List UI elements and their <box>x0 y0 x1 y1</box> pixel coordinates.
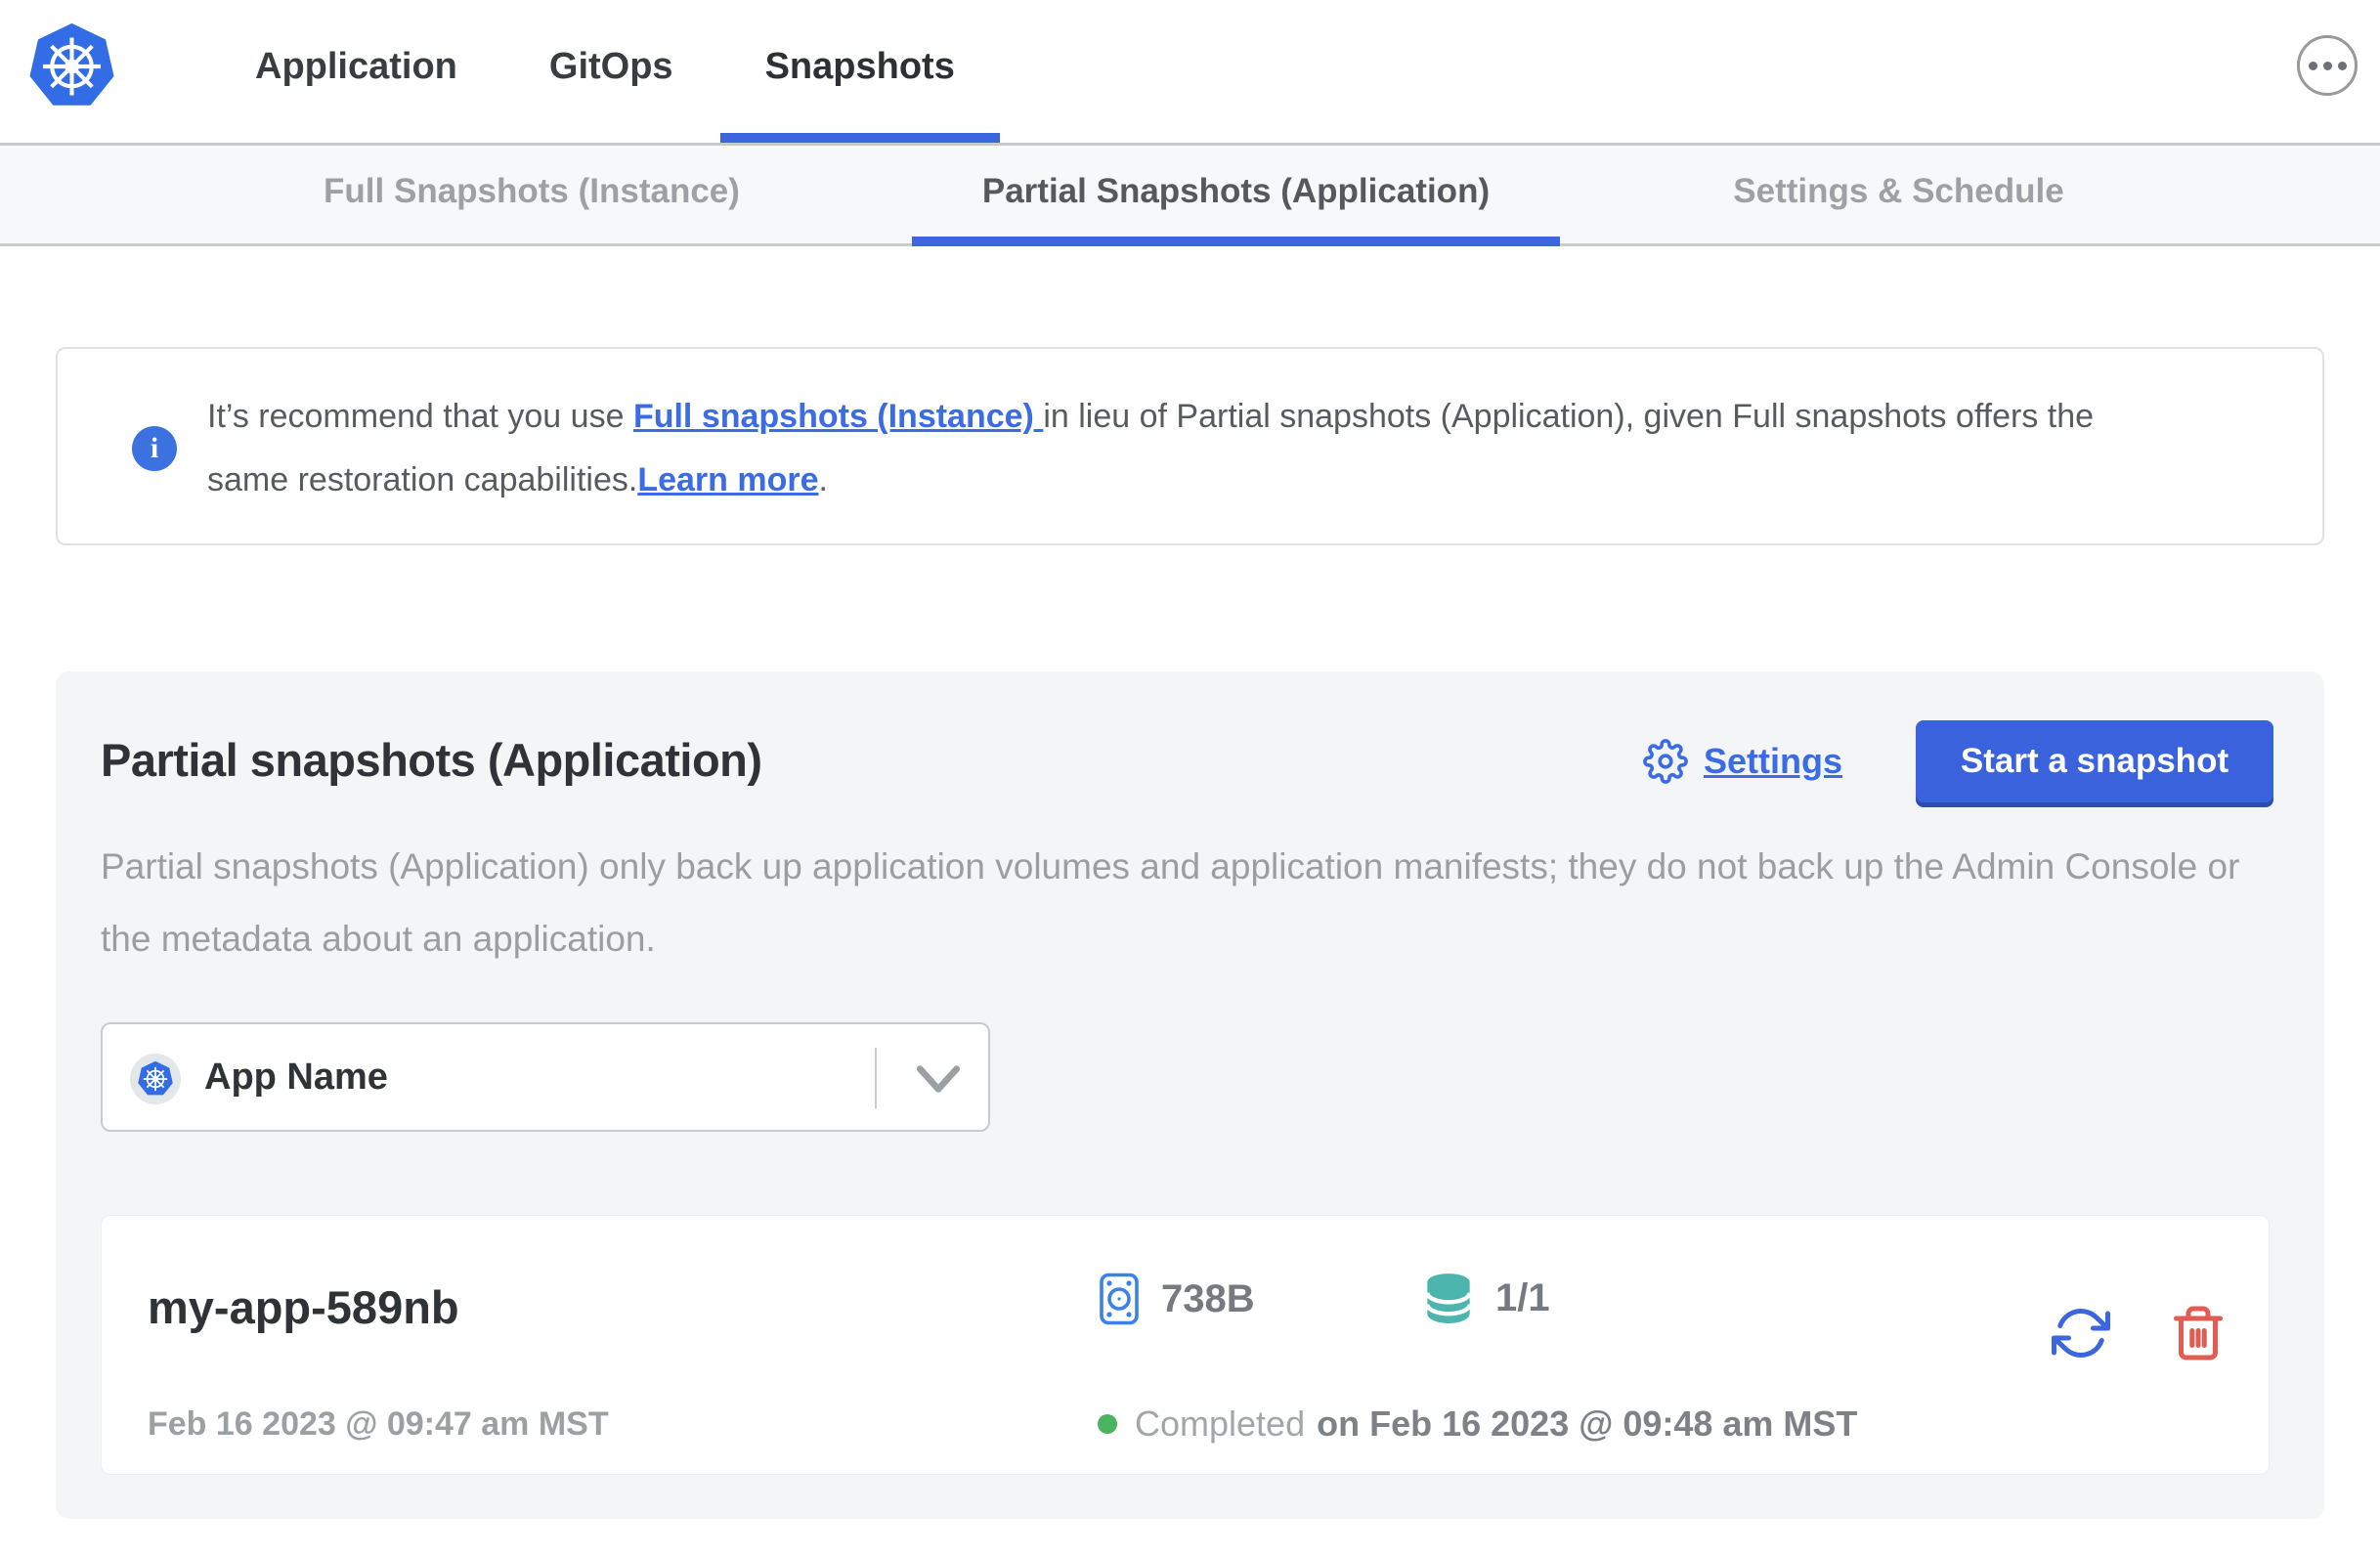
snapshot-volumes-metric: 1/1 <box>1423 1273 1550 1323</box>
ellipsis-menu-icon[interactable] <box>2297 35 2358 96</box>
banner-text: It’s recommend that you use Full snapsho… <box>207 385 2289 512</box>
snapshots-subnav: Full Snapshots (Instance) Partial Snapsh… <box>0 146 2380 246</box>
partial-snapshots-panel: Partial snapshots (Application) Settings… <box>56 671 2324 1519</box>
settings-label: Settings <box>1704 741 1843 781</box>
main-nav: Application GitOps Snapshots <box>210 0 1002 143</box>
full-snapshots-link[interactable]: Full snapshots (Instance) <box>633 398 1043 435</box>
nav-tab-application[interactable]: Application <box>210 0 502 143</box>
restore-icon <box>2052 1309 2110 1358</box>
restore-snapshot-button[interactable] <box>2052 1304 2110 1362</box>
snapshot-size: 738B <box>1161 1276 1255 1320</box>
banner-text-part1: It’s recommend that you use <box>207 398 633 435</box>
dot <box>2308 61 2317 70</box>
snapshot-volume-count: 1/1 <box>1495 1275 1550 1319</box>
gear-icon <box>1643 739 1688 784</box>
chevron-down-icon <box>916 1065 961 1093</box>
select-divider <box>875 1048 877 1108</box>
snapshot-row[interactable]: my-app-589nb Feb 16 2023 @ 09:47 am MST … <box>101 1215 2270 1475</box>
nav-tab-gitops[interactable]: GitOps <box>504 0 718 143</box>
hard-drive-icon <box>1100 1273 1139 1325</box>
app-name-select[interactable]: App Name <box>101 1022 990 1132</box>
delete-snapshot-button[interactable] <box>2169 1304 2228 1362</box>
kubernetes-icon <box>130 1054 181 1104</box>
start-snapshot-button[interactable]: Start a snapshot <box>1916 720 2273 802</box>
snapshot-size-metric: 738B <box>1099 1273 1255 1325</box>
snapshot-completed-time: on Feb 16 2023 @ 09:48 am MST <box>1317 1403 1858 1444</box>
trash-icon <box>2174 1306 2223 1360</box>
banner-text-suffix: . <box>818 461 828 498</box>
kubernetes-logo-icon <box>24 22 119 111</box>
info-banner: i It’s recommend that you use Full snaps… <box>56 347 2324 545</box>
snapshot-status-line: Completed on Feb 16 2023 @ 09:48 am MST <box>1098 1403 1857 1445</box>
subtab-full-snapshots[interactable]: Full Snapshots (Instance) <box>290 146 773 246</box>
panel-title: Partial snapshots (Application) <box>101 734 762 786</box>
banner-text-part3: same restoration capabilities. <box>207 461 638 498</box>
learn-more-link[interactable]: Learn more <box>637 461 818 498</box>
info-icon: i <box>132 426 177 471</box>
database-icon <box>1425 1273 1472 1323</box>
nav-tab-snapshots[interactable]: Snapshots <box>719 0 1000 143</box>
app-select-value: App Name <box>204 1057 388 1098</box>
snapshot-start-date: Feb 16 2023 @ 09:47 am MST <box>148 1405 609 1443</box>
status-dot-icon <box>1098 1414 1117 1434</box>
banner-text-part2: in lieu of Partial snapshots (Applicatio… <box>1043 398 2095 435</box>
snapshot-name: my-app-589nb <box>148 1281 459 1333</box>
snapshot-status: Completed <box>1135 1403 1306 1444</box>
subtab-settings-schedule[interactable]: Settings & Schedule <box>1703 146 2095 246</box>
dot <box>2337 61 2347 70</box>
snapshot-settings-link[interactable]: Settings <box>1643 720 1842 802</box>
dot <box>2322 61 2332 70</box>
panel-description: Partial snapshots (Application) only bac… <box>101 846 2240 959</box>
subtab-partial-snapshots[interactable]: Partial Snapshots (Application) <box>912 146 1560 246</box>
top-header: Application GitOps Snapshots <box>0 0 2380 146</box>
